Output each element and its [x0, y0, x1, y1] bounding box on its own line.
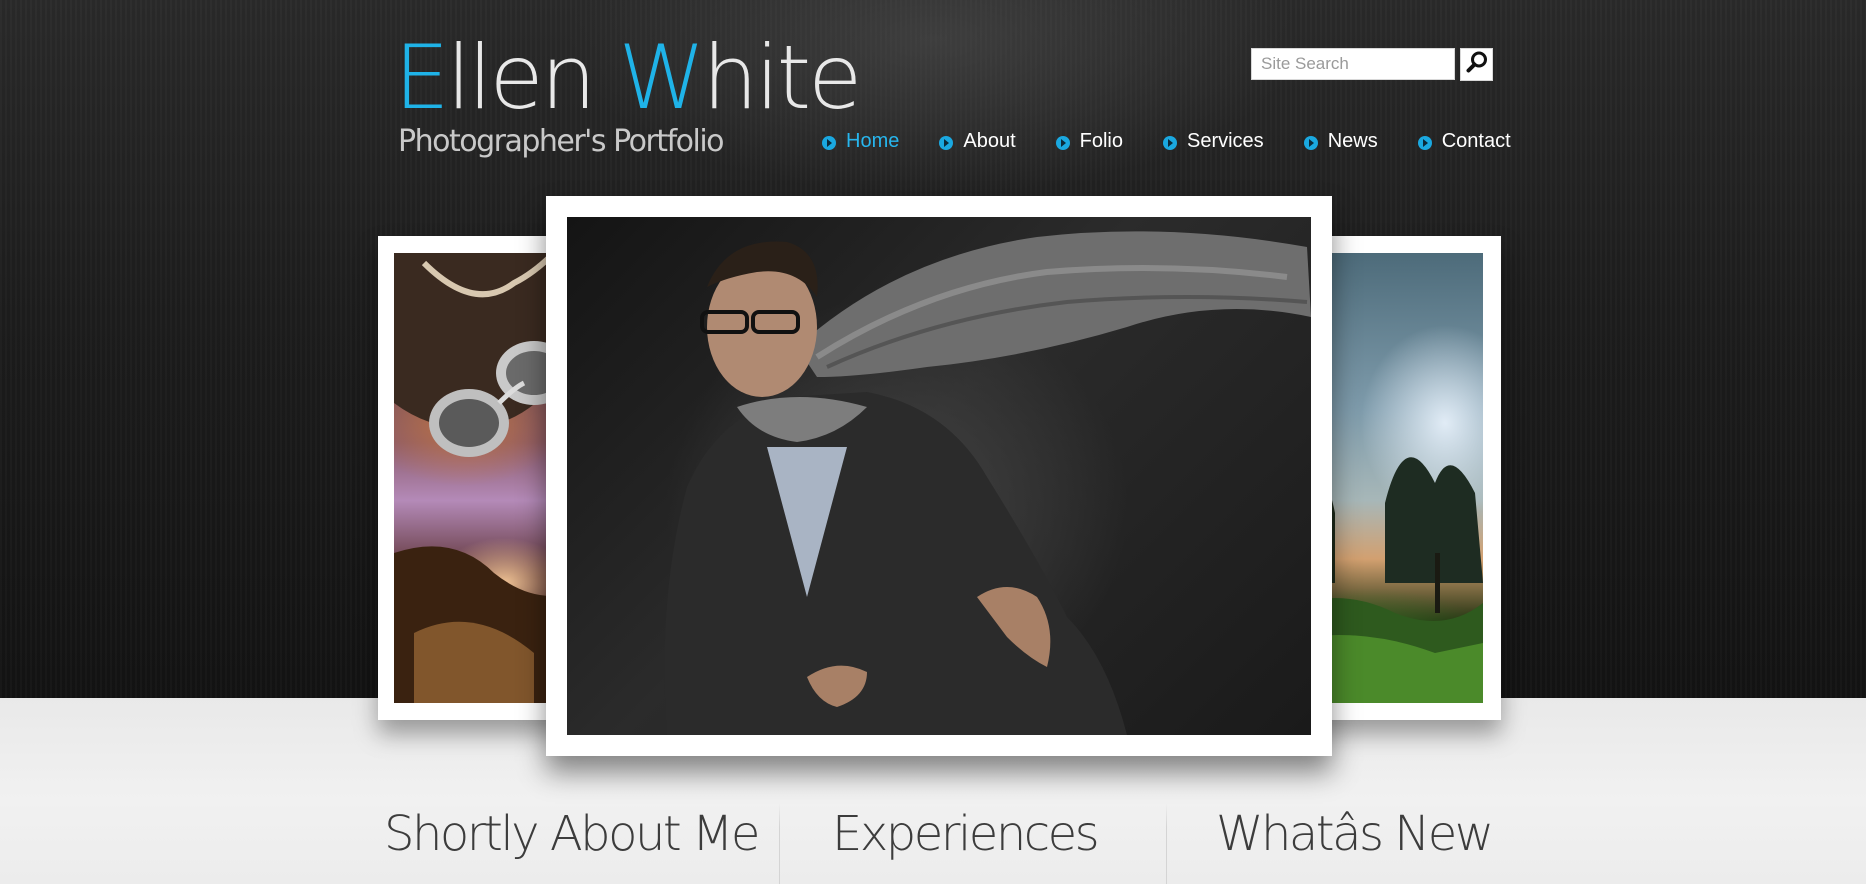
logo-first-name-rest: llen	[446, 26, 619, 129]
site-logo[interactable]: Ellen White Photographer's Portfolio	[394, 34, 862, 160]
nav-label: Folio	[1079, 130, 1123, 152]
about-section-heading: Shortly About Me	[384, 806, 760, 862]
search-button[interactable]	[1460, 48, 1493, 81]
logo-last-name-rest: hite	[702, 26, 862, 129]
nav-item-services[interactable]: Services	[1162, 130, 1264, 153]
arrow-bullet-icon	[1162, 135, 1177, 150]
arrow-bullet-icon	[1055, 135, 1070, 150]
nav-label: About	[963, 130, 1016, 152]
nav-item-home[interactable]: Home	[822, 130, 899, 153]
nav-item-about[interactable]: About	[939, 130, 1016, 153]
nav-label: Contact	[1441, 130, 1511, 152]
nav-item-news[interactable]: News	[1303, 130, 1378, 153]
experiences-section-heading: Experiences	[832, 806, 1100, 862]
arrow-bullet-icon	[822, 135, 836, 150]
gallery-slide-featured[interactable]	[546, 196, 1332, 756]
arrow-bullet-icon	[1303, 135, 1318, 150]
nav-label: Services	[1186, 130, 1264, 152]
logo-title: Ellen White	[394, 34, 862, 122]
search-icon	[1465, 50, 1489, 79]
logo-initial-e: E	[394, 26, 450, 129]
photo-illustration-featured	[664, 231, 1311, 735]
arrow-bullet-icon	[939, 135, 954, 150]
featured-portrait-photo	[567, 217, 1311, 735]
nav-label: Home	[846, 130, 900, 152]
nav-item-folio[interactable]: Folio	[1055, 130, 1123, 153]
news-section-heading: Whatâs New	[1216, 806, 1494, 862]
nav-item-contact[interactable]: Contact	[1417, 130, 1511, 153]
arrow-bullet-icon	[1417, 135, 1432, 150]
search-input[interactable]	[1251, 48, 1455, 80]
logo-initial-w: W	[618, 26, 705, 129]
main-nav: Home About Folio Services News Contact	[822, 130, 1511, 153]
section-divider-1	[779, 803, 780, 884]
section-divider-2	[1166, 803, 1167, 884]
nav-label: News	[1327, 130, 1378, 152]
logo-subtitle: Photographer's Portfolio	[398, 124, 725, 159]
